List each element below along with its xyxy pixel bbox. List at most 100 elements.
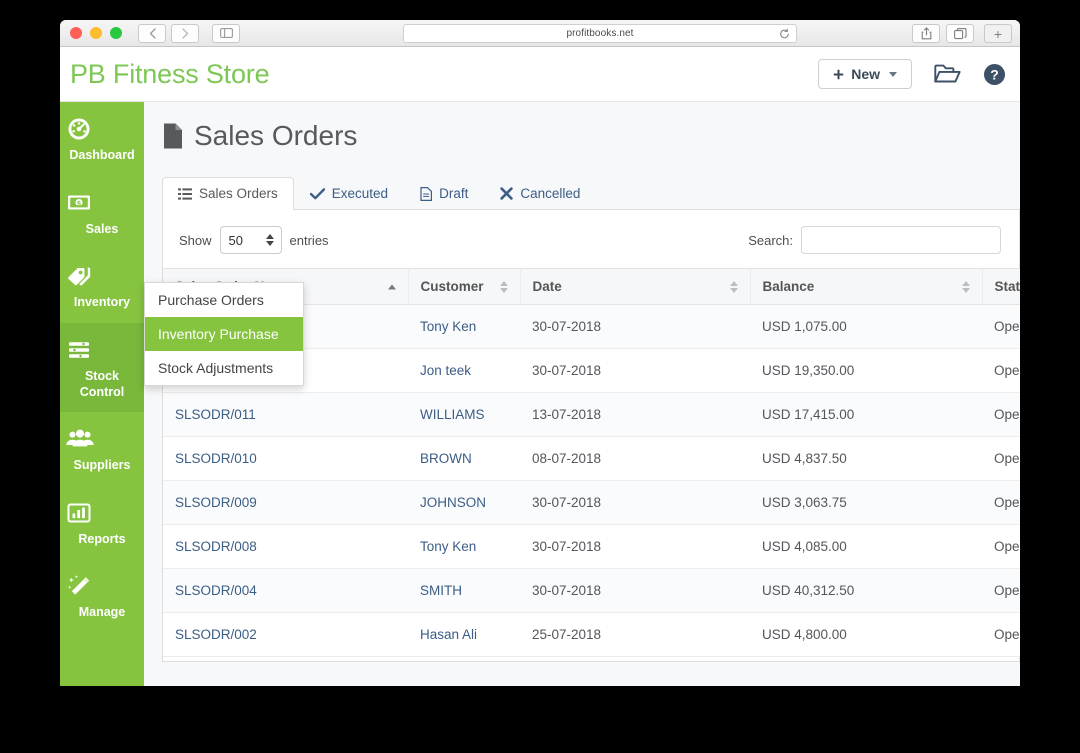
check-icon (310, 188, 325, 200)
column-label: Balance (763, 279, 815, 294)
cell-date: 30-07-2018 (520, 525, 750, 569)
reload-icon[interactable] (779, 28, 790, 39)
table-row[interactable]: SLSODR/004 SMITH 30-07-2018 USD 40,312.5… (163, 569, 1020, 613)
sidebar-item-stock-control[interactable]: Stock Control (60, 323, 144, 412)
sort-icon[interactable] (730, 281, 738, 293)
flyout-item-stock-adjustments[interactable]: Stock Adjustments (145, 351, 303, 385)
cell-status: Open (982, 613, 1020, 657)
cell-balance: USD 4,085.00 (750, 525, 982, 569)
cell-balance: USD 4,837.50 (750, 437, 982, 481)
table-row[interactable]: SLSODR/008 Tony Ken 30-07-2018 USD 4,085… (163, 525, 1020, 569)
column-header-balance[interactable]: Balance (750, 269, 982, 305)
new-button-label: New (851, 66, 880, 82)
order-link[interactable]: SLSODR/004 (175, 583, 257, 598)
cell-date: 30-07-2018 (520, 481, 750, 525)
sort-icon[interactable] (962, 281, 970, 293)
folder-icon[interactable] (934, 63, 961, 85)
search-control: Search: (748, 226, 1001, 254)
cell-order-no[interactable]: SLSODR/011 (163, 393, 408, 437)
order-link[interactable]: SLSODR/009 (175, 495, 257, 510)
cell-date: 25-07-2018 (520, 613, 750, 657)
cell-date: 08-07-2018 (520, 437, 750, 481)
table-row[interactable]: SLSODR/002 Hasan Ali 25-07-2018 USD 4,80… (163, 613, 1020, 657)
cell-order-no[interactable]: SLSODR/010 (163, 437, 408, 481)
back-button[interactable] (138, 24, 166, 43)
browser-titlebar: profitbooks.net + (60, 20, 1020, 47)
sidebar-toggle-button[interactable] (212, 24, 240, 43)
table-row[interactable]: SLSODR/011 WILLIAMS 13-07-2018 USD 17,41… (163, 393, 1020, 437)
browser-window: profitbooks.net + PB Fitness Store New (60, 20, 1020, 686)
tab-executed[interactable]: Executed (294, 177, 404, 210)
sidebar-item-label: Suppliers (64, 458, 140, 474)
tab-label: Executed (332, 186, 388, 201)
sidebar-item-dashboard[interactable]: Dashboard (60, 102, 144, 176)
url-text: profitbooks.net (566, 28, 633, 39)
tab-cancelled[interactable]: Cancelled (484, 177, 596, 210)
sort-icon-asc[interactable] (388, 284, 396, 289)
cell-order-no[interactable]: SLSODR/009 (163, 481, 408, 525)
tab-sales-orders[interactable]: Sales Orders (162, 177, 294, 210)
chevron-down-icon (889, 72, 897, 77)
sidebar-item-manage[interactable]: Manage (60, 559, 144, 633)
flyout-item-label: Stock Adjustments (158, 360, 273, 376)
svg-text:?: ? (990, 66, 999, 82)
cell-balance: USD 19,350.00 (750, 349, 982, 393)
cell-status: Open (982, 481, 1020, 525)
column-header-status[interactable]: Status (982, 269, 1020, 305)
cell-customer: SMITH (408, 569, 520, 613)
sidebar-item-label: Dashboard (64, 148, 140, 164)
maximize-window-button[interactable] (110, 27, 122, 39)
stepper-icon (266, 234, 274, 246)
flyout-item-label: Inventory Purchase (158, 326, 279, 342)
sidebar-item-sales[interactable]: $ Sales (60, 176, 144, 250)
cell-order-no[interactable]: SLSODR/008 (163, 525, 408, 569)
forward-button[interactable] (171, 24, 199, 43)
flyout-item-purchase-orders[interactable]: Purchase Orders (145, 283, 303, 317)
users-icon (64, 426, 140, 452)
cell-order-no[interactable]: SLSODR/002 (163, 613, 408, 657)
sidebar-item-inventory[interactable]: Inventory (60, 249, 144, 323)
table-toolbar: Show 50 entries Search: (163, 210, 1019, 268)
sales-orders-panel: Show 50 entries Search: (162, 210, 1020, 662)
tab-label: Cancelled (520, 186, 580, 201)
show-tabs-icon[interactable] (946, 24, 974, 43)
sidebar-item-suppliers[interactable]: Suppliers (60, 412, 144, 486)
tab-label: Sales Orders (199, 186, 278, 201)
close-window-button[interactable] (70, 27, 82, 39)
cell-date: 30-07-2018 (520, 349, 750, 393)
entries-select[interactable]: 50 (220, 226, 282, 254)
order-link[interactable]: SLSODR/002 (175, 627, 257, 642)
file-icon (162, 122, 184, 150)
column-header-date[interactable]: Date (520, 269, 750, 305)
cell-order-no[interactable]: SLSODR/004 (163, 569, 408, 613)
table-row[interactable]: SLSODR/009 JOHNSON 30-07-2018 USD 3,063.… (163, 481, 1020, 525)
browser-right-controls: + (912, 24, 1012, 43)
entries-label: entries (290, 233, 329, 248)
plus-icon (833, 69, 844, 80)
magic-wand-icon (64, 573, 140, 599)
order-link[interactable]: SLSODR/011 (175, 407, 256, 422)
minimize-window-button[interactable] (90, 27, 102, 39)
new-button[interactable]: New (818, 59, 912, 89)
sidebar-item-reports[interactable]: Reports (60, 486, 144, 560)
sort-icon[interactable] (500, 281, 508, 293)
column-header-customer[interactable]: Customer (408, 269, 520, 305)
tab-draft[interactable]: Draft (404, 177, 484, 210)
column-label: Date (533, 279, 562, 294)
search-input[interactable] (801, 226, 1001, 254)
list-icon (178, 188, 192, 200)
new-tab-button[interactable]: + (984, 24, 1012, 43)
main-content: Sales Orders Sales Orders Executed (144, 102, 1020, 686)
order-link[interactable]: SLSODR/010 (175, 451, 257, 466)
cell-date: 30-07-2018 (520, 305, 750, 349)
share-icon[interactable] (912, 24, 940, 43)
order-link[interactable]: SLSODR/008 (175, 539, 257, 554)
question-circle-icon[interactable]: ? (983, 63, 1006, 86)
entries-value: 50 (229, 233, 243, 248)
address-bar[interactable]: profitbooks.net (403, 24, 797, 43)
flyout-item-inventory-purchase[interactable]: Inventory Purchase (145, 317, 303, 351)
dashboard-gauge-icon (64, 116, 140, 142)
table-row[interactable]: SLSODR/010 BROWN 08-07-2018 USD 4,837.50… (163, 437, 1020, 481)
stock-control-flyout-menu: Purchase Orders Inventory Purchase Stock… (144, 282, 304, 386)
show-label: Show (179, 233, 212, 248)
